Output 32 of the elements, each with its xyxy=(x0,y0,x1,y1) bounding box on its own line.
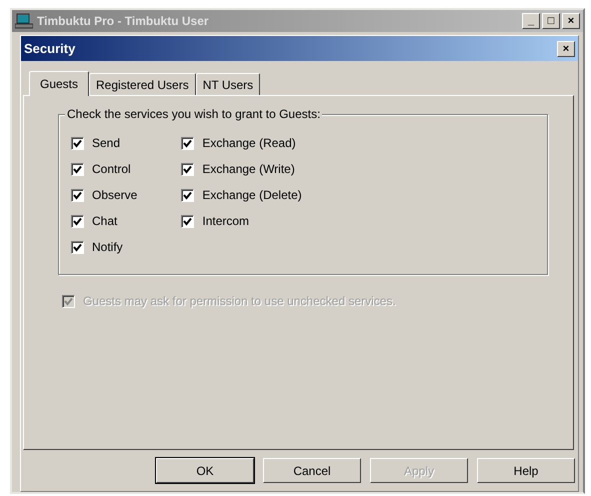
checkbox[interactable] xyxy=(181,214,194,228)
checkbox[interactable] xyxy=(71,136,84,150)
checkbox-label: Send xyxy=(92,136,120,150)
maximize-button[interactable]: □ xyxy=(542,13,560,29)
tab[interactable]: Registered Users xyxy=(89,73,196,95)
dialog-title: Security xyxy=(24,41,76,56)
checkbox-label: Control xyxy=(92,162,131,176)
dialog-button[interactable]: OK xyxy=(156,458,254,483)
checkbox-label: Chat xyxy=(92,214,118,228)
window-title: Timbuktu Pro - Timbuktu User xyxy=(37,14,210,28)
checkbox-label: Observe xyxy=(92,188,138,202)
close-button[interactable]: × xyxy=(557,40,575,56)
tab[interactable]: Guests xyxy=(29,71,90,96)
tab[interactable]: NT Users xyxy=(196,73,260,95)
checkbox-label: Intercom xyxy=(202,214,250,228)
checkbox[interactable] xyxy=(71,162,84,176)
checkbox-label: Exchange (Write) xyxy=(202,162,295,176)
checkbox-label: Notify xyxy=(92,240,123,254)
checkbox[interactable] xyxy=(181,188,194,202)
checkbox-label: Exchange (Read) xyxy=(202,136,296,150)
computer-icon xyxy=(15,13,33,29)
checkbox-label: Exchange (Delete) xyxy=(202,188,302,202)
checkbox[interactable] xyxy=(181,136,194,150)
checkbox[interactable] xyxy=(71,188,84,202)
close-button[interactable]: × xyxy=(562,13,580,29)
minimize-button[interactable]: _ xyxy=(522,13,540,29)
dialog-button[interactable]: Help xyxy=(477,458,575,483)
checkbox[interactable] xyxy=(71,240,84,254)
dialog-button[interactable]: Cancel xyxy=(263,458,361,483)
checkbox[interactable] xyxy=(71,214,84,228)
checkbox[interactable] xyxy=(181,162,194,176)
group-label: Check the services you wish to grant to Guests: xyxy=(65,107,322,121)
